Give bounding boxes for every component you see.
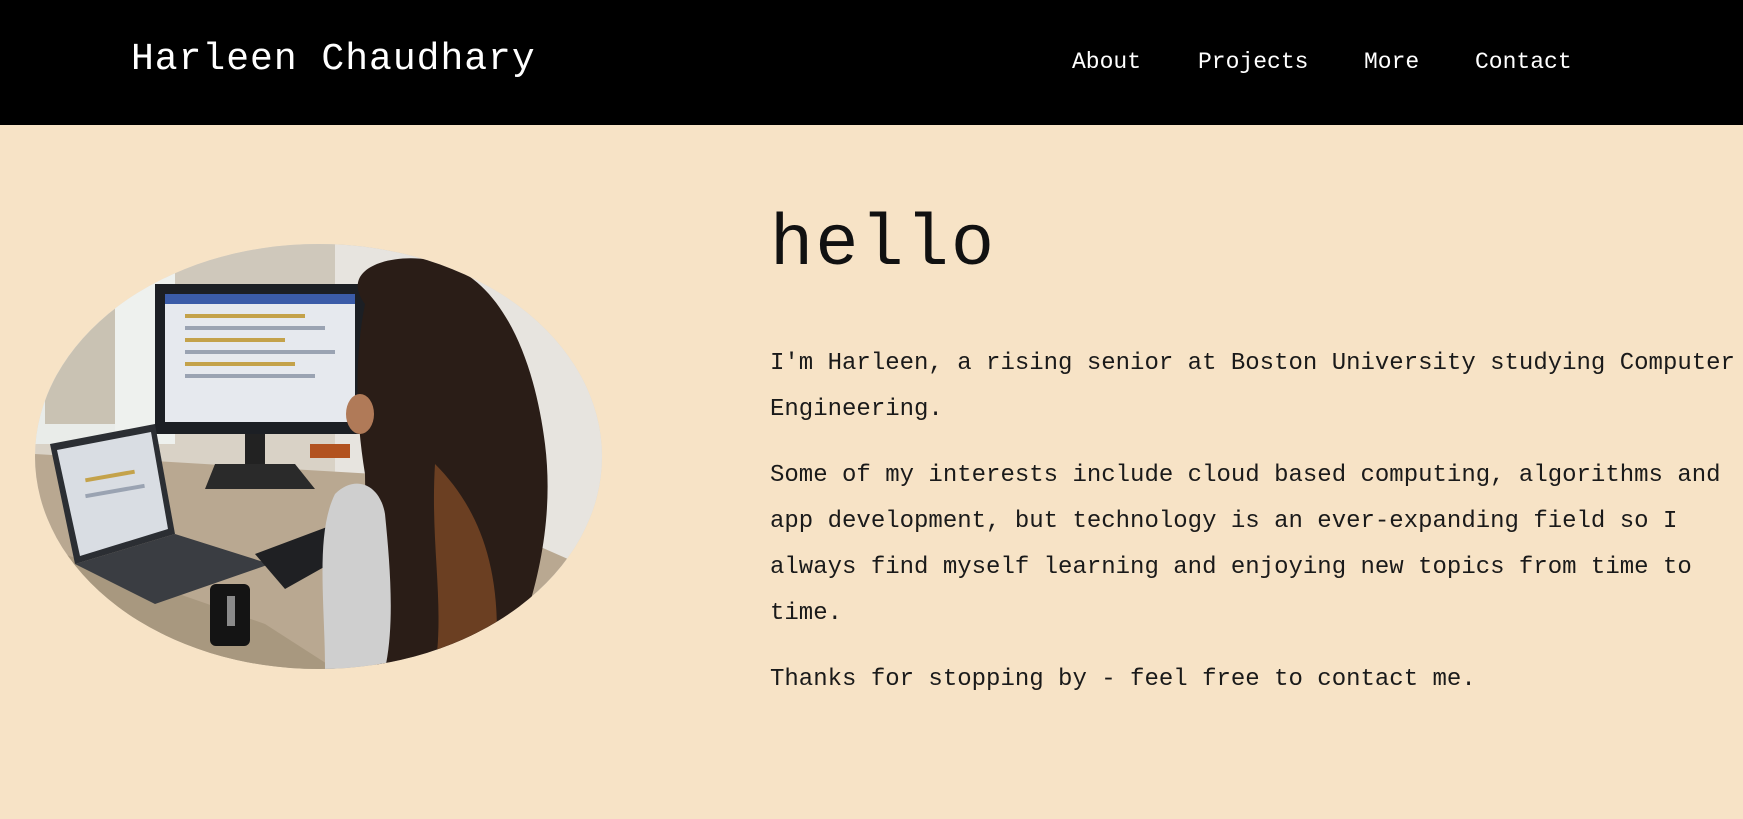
main-nav: About Projects More Contact — [0, 49, 1743, 79]
nav-more-link[interactable]: More — [1364, 49, 1419, 75]
nav-contact-link[interactable]: Contact — [1475, 49, 1572, 75]
interests-paragraph: Some of my interests include cloud based… — [770, 462, 1721, 627]
thanks-paragraph: Thanks for stopping by - feel free to co… — [770, 666, 1476, 693]
hello-heading: hello — [770, 204, 997, 286]
nav-projects-link[interactable]: Projects — [1198, 49, 1308, 75]
nav-about-link[interactable]: About — [1072, 49, 1141, 75]
main-content: hello I'm Harleen, a rising senior at Bo… — [0, 125, 1743, 819]
intro-paragraph: I'm Harleen, a rising senior at Boston U… — [770, 350, 1735, 423]
profile-photo — [35, 244, 602, 669]
site-header: Harleen Chaudhary About Projects More Co… — [0, 0, 1743, 125]
